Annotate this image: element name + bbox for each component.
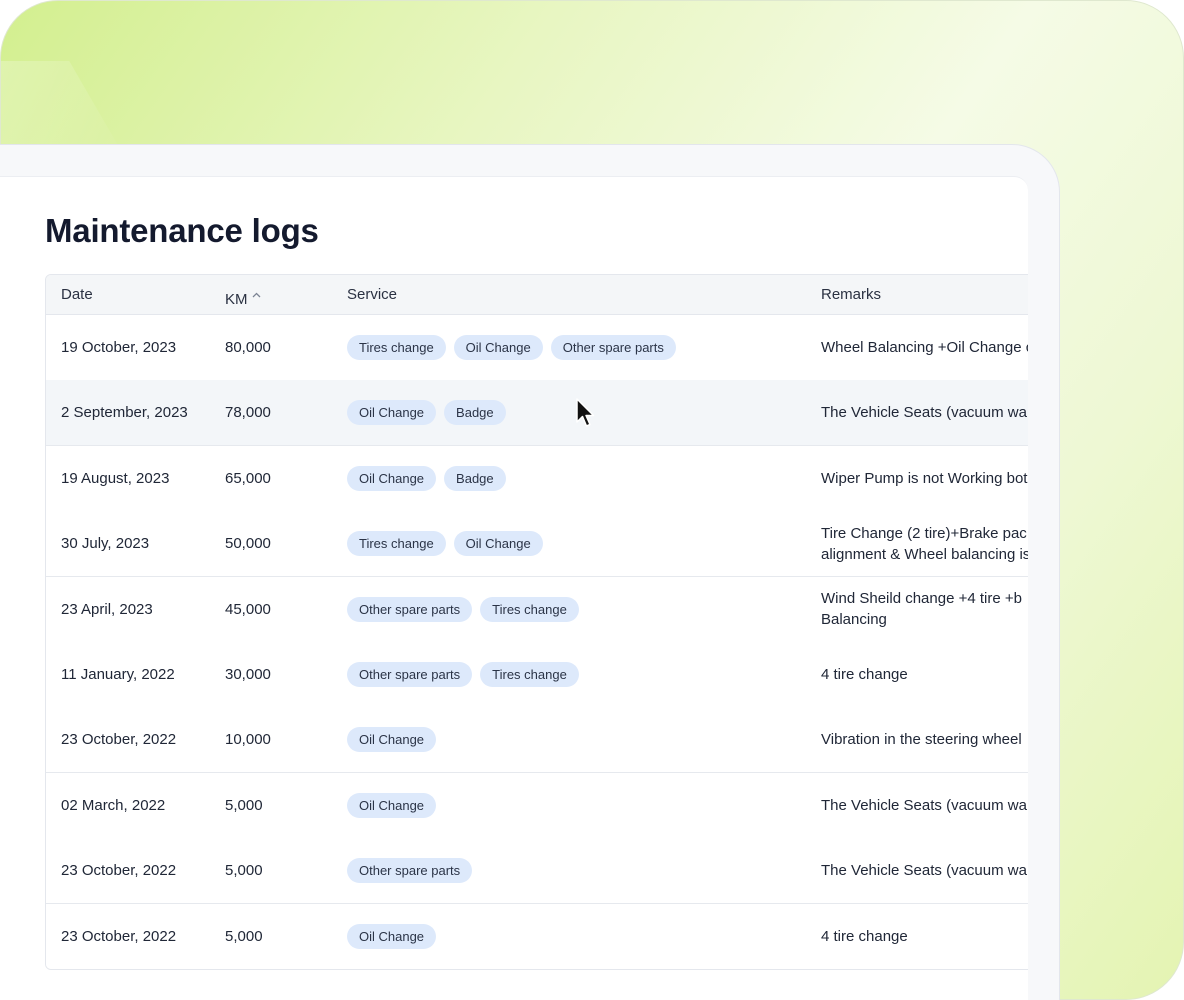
service-tag: Oil Change	[347, 400, 437, 426]
remarks-text-line: 4 tire change	[821, 666, 908, 683]
remarks-text-line: alignment & Wheel balancing is	[821, 545, 1028, 563]
cell-service: Other spare parts Tires change	[347, 642, 817, 707]
column-header-km-label: KM	[225, 291, 248, 308]
table-row[interactable]: 19 August, 2023 65,000 Oil Change Badge Wipe…	[46, 445, 1028, 512]
service-tag: Other spare parts	[347, 662, 473, 687]
service-tag: Oil Change	[347, 465, 437, 491]
cell-service: Other spare parts	[347, 838, 817, 903]
table-row[interactable]: 19 October, 2023 80,000 Tires change Oil Ch…	[46, 315, 1028, 381]
service-tag: Tires change	[480, 662, 579, 687]
column-header-remarks-label: Remarks	[821, 286, 882, 303]
table-row[interactable]: 23 October, 2022 10,000 Oil Change Vibratio…	[46, 707, 1028, 774]
cell-km: 65,000	[225, 469, 271, 487]
cell-service: Oil Change	[347, 773, 817, 838]
cell-remarks: 4 tire change	[821, 904, 1028, 969]
service-tag: Oil Change	[453, 335, 543, 360]
cell-date: 23 October, 2022	[61, 731, 177, 749]
service-tag: Badge	[444, 465, 506, 491]
table-row[interactable]: 23 October, 2022 5,000 Other spare parts Th…	[46, 838, 1028, 905]
cell-service: Oil Change Badge	[347, 446, 817, 511]
cell-service: Other spare parts Tires change	[347, 577, 817, 642]
cell-service: Tires change Oil Change Other spare parts	[347, 315, 817, 380]
cell-remarks: Vibration in the steering wheel	[821, 707, 1028, 772]
cell-remarks: Wind Sheild change +4 tire +b Balancing	[821, 577, 1028, 642]
cell-km: 80,000	[225, 339, 271, 356]
cell-km: 10,000	[225, 731, 271, 749]
cell-date: 23 October, 2022	[61, 927, 177, 945]
remarks-text-line: 4 tire change	[821, 927, 908, 945]
service-tag: Badge	[444, 400, 506, 426]
remarks-text-line: The Vehicle Seats (vacuum wa	[821, 796, 1027, 814]
cell-date: 23 October, 2022	[61, 862, 177, 880]
page-title: Maintenance logs	[45, 212, 319, 249]
column-header-km[interactable]: KM	[225, 275, 261, 315]
remarks-text-line: Tire Change (2 tire)+Brake pac	[821, 524, 1027, 542]
cell-km: 45,000	[225, 600, 271, 618]
column-header-date-label: Date	[61, 286, 93, 303]
remarks-text-line: Balancing	[821, 611, 887, 629]
cell-remarks: 4 tire change	[821, 642, 1028, 707]
cell-date: 11 January, 2022	[61, 666, 175, 683]
maintenance-logs-card: Maintenance logs Date KM Service Remarks…	[0, 176, 1028, 1000]
remarks-text-line: Wiper Pump is not Working bot	[821, 469, 1028, 487]
cell-service: Tires change Oil Change	[347, 511, 817, 576]
maintenance-table: Date KM Service Remarks 19 October, 2023…	[45, 274, 1028, 970]
chevron-up-icon[interactable]	[252, 275, 261, 315]
column-header-service-label: Service	[347, 286, 398, 303]
cell-km: 50,000	[225, 535, 271, 553]
cell-date: 30 July, 2023	[61, 535, 150, 553]
cell-km: 5,000	[225, 796, 263, 814]
remarks-text-line: Vibration in the steering wheel	[821, 731, 1022, 749]
service-tag: Other spare parts	[550, 335, 676, 360]
cell-service: Oil Change	[347, 707, 817, 772]
column-header-service[interactable]: Service	[347, 275, 397, 315]
remarks-text-line: Wheel Balancing +Oil Change c	[821, 339, 1028, 356]
table-row[interactable]: 30 July, 2023 50,000 Tires change Oil Chang…	[46, 511, 1028, 578]
cell-km: 5,000	[225, 862, 263, 880]
cell-remarks: Tire Change (2 tire)+Brake pac alignment …	[821, 511, 1028, 576]
service-tag: Tires change	[347, 335, 446, 360]
cell-km: 5,000	[225, 927, 263, 945]
service-tag: Tires change	[347, 531, 446, 557]
cell-date: 2 September, 2023	[61, 404, 188, 422]
table-row[interactable]: 11 January, 2022 30,000 Other spare parts T…	[46, 642, 1028, 708]
mouse-cursor-icon	[576, 398, 595, 427]
table-row[interactable]: 2 September, 2023 78,000 Oil Change Badge Th…	[46, 380, 1028, 447]
service-tag: Other spare parts	[347, 596, 473, 622]
remarks-text-line: The Vehicle Seats (vacuum wa	[821, 404, 1027, 422]
cell-remarks: Wheel Balancing +Oil Change c	[821, 315, 1028, 380]
table-row[interactable]: 02 March, 2022 5,000 Oil Change The Vehicle…	[46, 772, 1028, 839]
cell-remarks: The Vehicle Seats (vacuum wa	[821, 380, 1028, 445]
cell-service: Oil Change	[347, 904, 817, 969]
cell-remarks: The Vehicle Seats (vacuum wa	[821, 838, 1028, 903]
service-tag: Oil Change	[347, 792, 437, 818]
remarks-text-line: Wind Sheild change +4 tire +b	[821, 590, 1022, 608]
cell-km: 78,000	[225, 404, 271, 422]
service-tag: Oil Change	[453, 531, 543, 557]
cell-date: 02 March, 2022	[61, 796, 166, 814]
cell-date: 19 August, 2023	[61, 469, 170, 487]
service-tag: Other spare parts	[347, 858, 473, 884]
column-header-date[interactable]: Date	[61, 275, 93, 315]
cell-date: 19 October, 2023	[61, 339, 177, 356]
service-tag: Oil Change	[347, 727, 437, 753]
column-header-remarks[interactable]: Remarks	[821, 275, 881, 315]
cell-date: 23 April, 2023	[61, 600, 153, 618]
table-header: Date KM Service Remarks	[46, 275, 1028, 315]
remarks-text-line: The Vehicle Seats (vacuum wa	[821, 862, 1027, 880]
service-tag: Oil Change	[347, 923, 437, 949]
table-row[interactable]: 23 April, 2023 45,000 Other spare parts Tir…	[46, 576, 1028, 643]
cell-remarks: The Vehicle Seats (vacuum wa	[821, 773, 1028, 838]
service-tag: Tires change	[480, 596, 579, 622]
cell-km: 30,000	[225, 666, 271, 683]
table-row[interactable]: 23 October, 2022 5,000 Oil Change 4 tire ch…	[46, 903, 1028, 969]
cell-remarks: Wiper Pump is not Working bot	[821, 446, 1028, 511]
